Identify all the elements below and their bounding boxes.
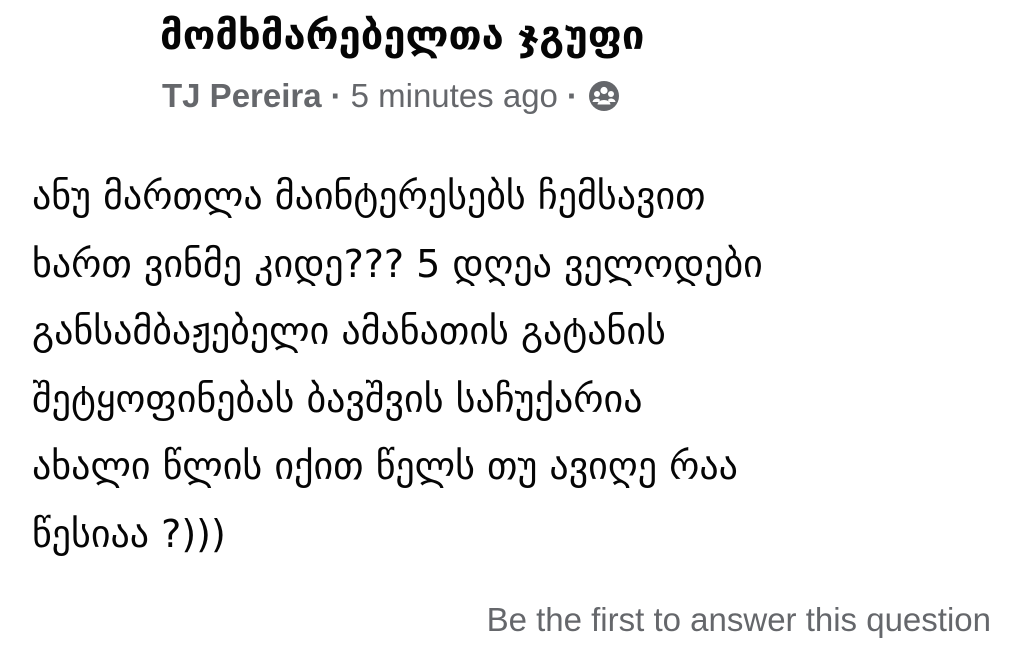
post-meta: TJ Pereira · 5 minutes ago · xyxy=(162,74,621,118)
post-body-line: წესიაა ?))) xyxy=(32,511,226,556)
post-body-line: ახალი წლის იქით წელს თუ ავიღე რაა xyxy=(32,444,738,488)
post-body: ანუ მართლა მაინტერესებს ჩემსავით ხართ ვი… xyxy=(32,163,1002,568)
post-timestamp[interactable]: 5 minutes ago xyxy=(351,77,558,115)
group-members-icon[interactable] xyxy=(587,79,621,113)
question-post: მომხმარებელთა ჯგუფი TJ Pereira · 5 minut… xyxy=(0,0,1024,649)
post-body-line: ანუ მართლა მაინტერესებს ჩემსავით xyxy=(32,174,706,218)
meta-separator: · xyxy=(330,77,342,114)
group-name-link[interactable]: მომხმარებელთა ჯგუფი xyxy=(160,8,644,64)
answer-question-button[interactable]: Be the first to answer this question xyxy=(487,598,991,642)
post-body-line: განსამბაჟებელი ამანათის გატანის xyxy=(32,309,666,353)
post-body-line: ხართ ვინმე კიდე??? 5 დღეა ველოდები xyxy=(32,241,763,286)
post-body-line: შეტყოფინებას ბავშვის საჩუქარია xyxy=(32,376,643,421)
meta-separator: · xyxy=(566,77,578,114)
author-name-link[interactable]: TJ Pereira xyxy=(162,77,322,115)
